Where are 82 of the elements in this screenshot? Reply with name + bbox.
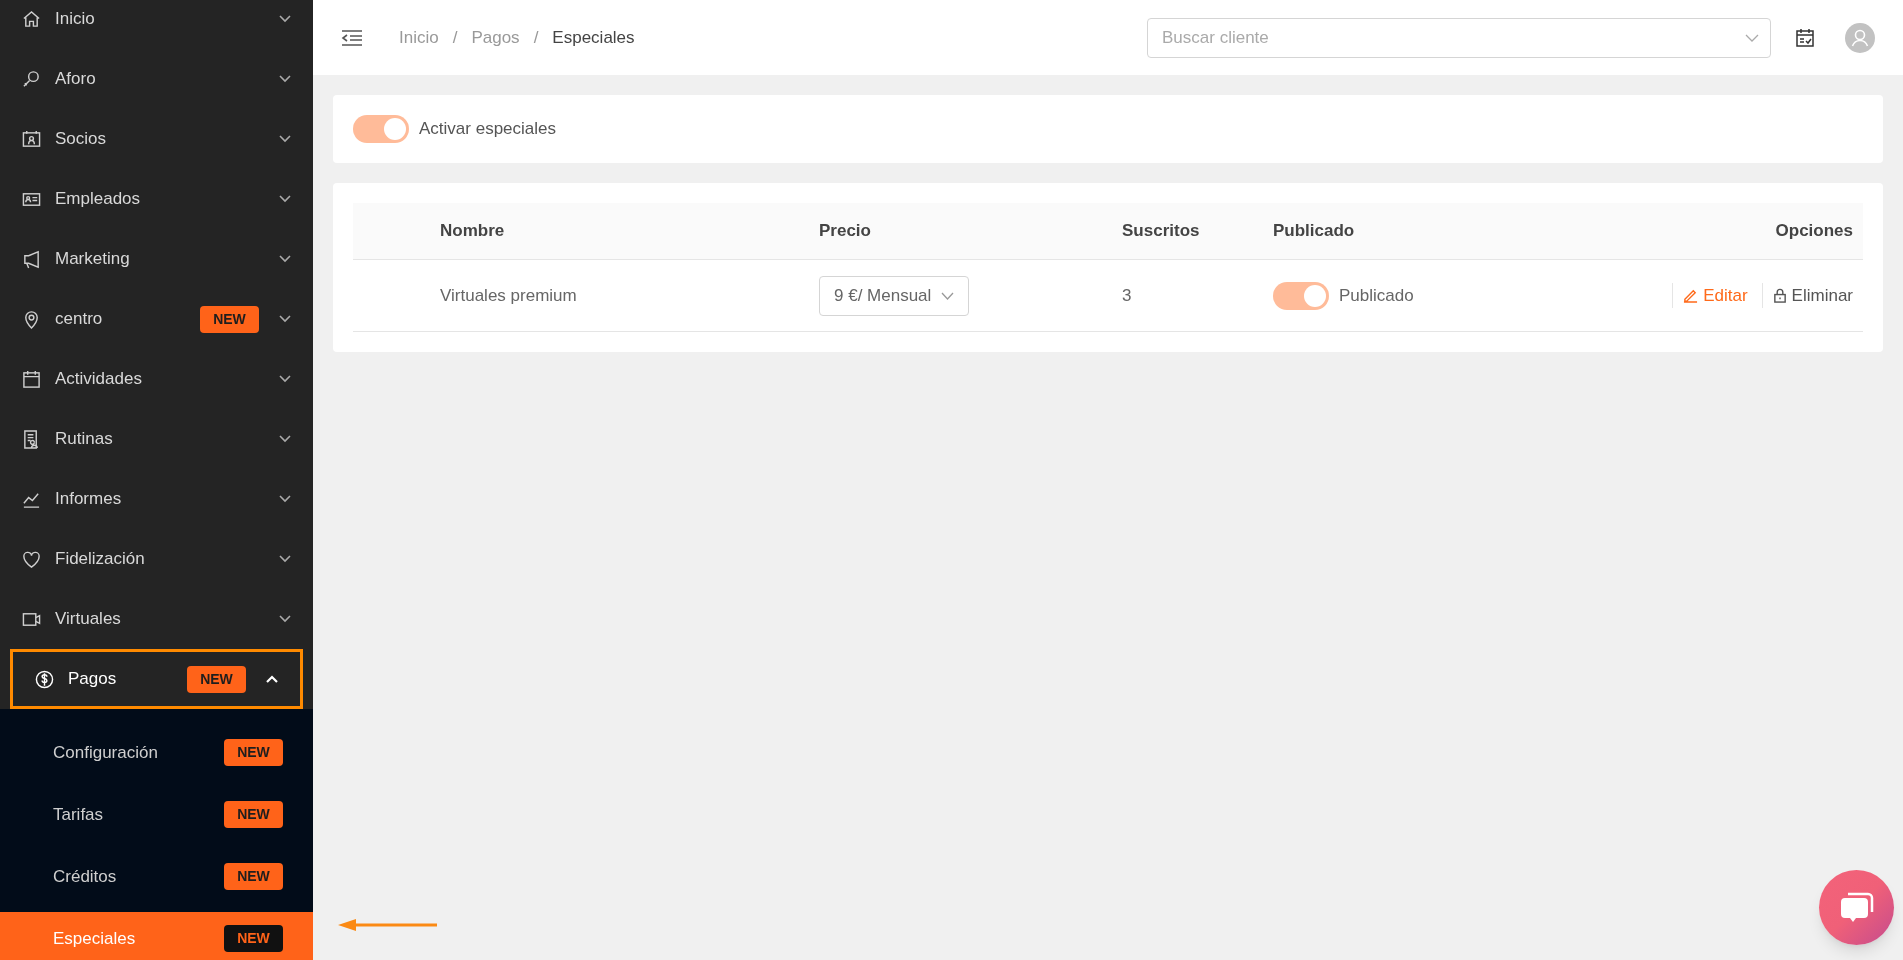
toggle-switch[interactable] <box>353 115 409 143</box>
menu-item-label: Socios <box>55 128 108 151</box>
sidebar-item[interactable]: Virtuales <box>0 589 313 649</box>
chevron-down-icon <box>279 615 291 623</box>
chevron-down-icon <box>941 291 955 300</box>
menu-item-icon <box>22 369 41 389</box>
submenu-item[interactable]: Tarifas NEW <box>0 788 313 841</box>
menu-item-icon <box>22 9 41 29</box>
menu-item-icon <box>22 549 41 569</box>
sidebar-item[interactable]: Inicio <box>0 0 313 49</box>
chevron-down-icon <box>279 135 291 143</box>
search-field[interactable]: Buscar cliente <box>1147 17 1771 58</box>
breadcrumb-separator: / <box>533 26 539 49</box>
sidebar-item[interactable]: Rutinas <box>0 409 313 469</box>
column-header: Suscritos <box>1122 220 1201 243</box>
sidebar-item[interactable]: Aforo <box>0 49 313 109</box>
chevron-down-icon <box>1745 33 1759 42</box>
sidebar-item[interactable]: Empleados <box>0 169 313 229</box>
chat-bubble-icon <box>1839 891 1874 924</box>
menu-item-icon <box>22 249 41 269</box>
chevron-down-icon <box>279 555 291 563</box>
chevron-down-icon <box>279 315 291 323</box>
chevron-down-icon <box>279 375 291 383</box>
sidebar-item[interactable]: centro NEW <box>0 289 313 349</box>
menu-item-label: Rutinas <box>55 428 114 451</box>
menu-item-label: Actividades <box>55 368 143 391</box>
sidebar-item[interactable]: Actividades <box>0 349 313 409</box>
menu-item-label: Informes <box>55 488 123 511</box>
submenu-label: Configuración <box>53 741 159 764</box>
delete-link[interactable]: Eliminar <box>1761 282 1853 309</box>
submenu-label: Tarifas <box>53 803 105 826</box>
price-select[interactable]: 9 €/ Mensual <box>819 275 970 316</box>
chevron-down-icon <box>279 255 291 263</box>
menu-item-label: centro <box>55 308 104 331</box>
menu-item-icon <box>22 429 41 449</box>
padlock-icon <box>1772 288 1787 303</box>
column-header: Precio <box>819 220 872 243</box>
sidebar-item[interactable]: Pagos NEW <box>10 649 303 709</box>
menu-item-icon <box>22 309 41 329</box>
submenu-item[interactable]: Créditos NEW <box>0 850 313 903</box>
sidebar-item[interactable]: Marketing <box>0 229 313 289</box>
column-header: Publicado <box>1273 220 1356 243</box>
column-header: Nombre <box>440 220 506 243</box>
chevron-up-icon <box>266 675 278 683</box>
menu-item-label: Fidelización <box>55 548 146 571</box>
menu-item-label: Marketing <box>55 248 131 271</box>
menu-item-label: Aforo <box>55 68 97 91</box>
submenu-label: Especiales <box>53 927 137 950</box>
menu-item-icon <box>22 129 41 149</box>
breadcrumb-separator: / <box>452 26 458 49</box>
menu-item-label: Virtuales <box>55 608 122 631</box>
chevron-down-icon <box>279 75 291 83</box>
new-badge: NEW <box>224 863 283 890</box>
menu-item-label: Pagos <box>68 668 118 691</box>
new-badge: NEW <box>224 801 283 828</box>
new-badge: NEW <box>224 925 283 952</box>
menu-item-icon <box>35 669 54 689</box>
toggle-label: Publicado <box>1339 284 1414 307</box>
table-cell-text: Virtuales premium <box>440 284 578 307</box>
column-header: Opciones <box>1775 220 1853 243</box>
sidebar-item[interactable]: Informes <box>0 469 313 529</box>
pencil-icon <box>1683 288 1699 303</box>
menu-item-label: Inicio <box>55 8 96 31</box>
table-cell-text: 3 <box>1122 284 1133 307</box>
menu-item-label: Empleados <box>55 188 142 211</box>
calendar-icon[interactable] <box>1795 27 1815 48</box>
new-badge: NEW <box>187 665 246 693</box>
chevron-down-icon <box>279 435 291 443</box>
submenu-item[interactable]: Configuración NEW <box>0 726 313 779</box>
chevron-down-icon <box>279 495 291 503</box>
submenu-label: Créditos <box>53 865 118 888</box>
chevron-down-icon <box>279 15 291 23</box>
menu-collapse-icon[interactable] <box>341 28 363 47</box>
new-badge: NEW <box>200 305 259 333</box>
menu-item-icon <box>22 69 41 89</box>
sidebar-item[interactable]: Fidelización <box>0 529 313 589</box>
chevron-down-icon <box>279 195 291 203</box>
sidebar-item[interactable]: Socios <box>0 109 313 169</box>
new-badge: NEW <box>224 739 283 766</box>
submenu-item[interactable]: Especiales NEW <box>0 912 313 960</box>
toggle-label: Activar especiales <box>419 118 556 141</box>
toggle-switch[interactable] <box>1273 281 1329 310</box>
